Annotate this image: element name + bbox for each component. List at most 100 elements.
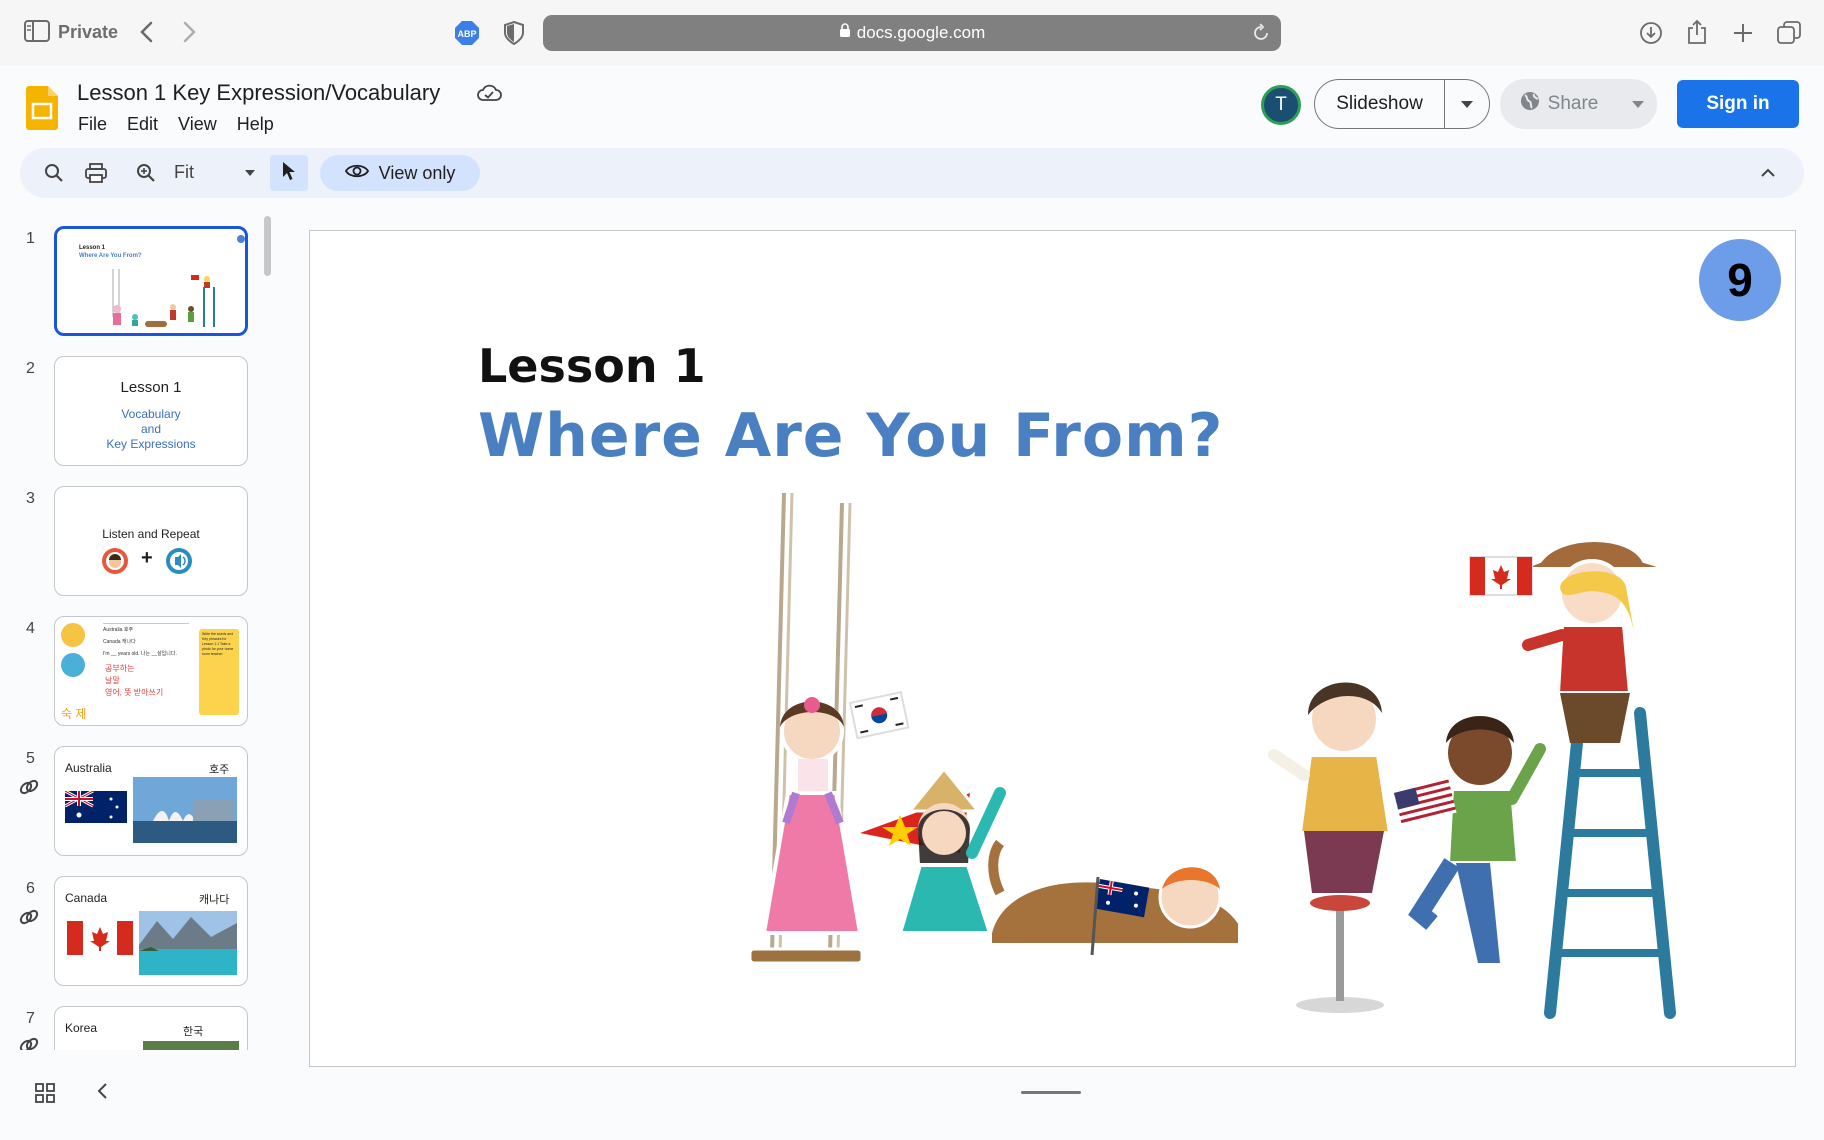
sidebar-icon[interactable] xyxy=(24,20,50,42)
korea-photo xyxy=(143,1041,239,1050)
slideshow-button-group: Slideshow xyxy=(1314,79,1490,129)
thumb-korean: 캐나다 xyxy=(199,894,230,906)
back-arrow-icon[interactable] xyxy=(134,18,158,46)
thumb-red-line: 공부하는 xyxy=(105,664,135,673)
slide-thumbnail-1[interactable]: Lesson 1 Where Are You From? xyxy=(54,226,248,336)
zoom-icon[interactable] xyxy=(134,161,158,185)
svg-text:ABP: ABP xyxy=(457,29,476,39)
plus-sign: + xyxy=(141,547,153,569)
url-text: docs.google.com xyxy=(856,23,986,42)
search-icon[interactable] xyxy=(42,161,66,185)
view-only-label: View only xyxy=(378,162,456,183)
page-badge-mini xyxy=(237,235,245,243)
thumb-korean: 호주 xyxy=(209,764,230,776)
slide-canvas[interactable]: 9 Lesson 1 Where Are You From? xyxy=(309,230,1796,1067)
slide-heading: Lesson 1 xyxy=(478,339,706,393)
menu-file[interactable]: File xyxy=(78,114,107,135)
tabs-icon[interactable] xyxy=(1776,20,1802,46)
thumb-note: Write the words and Key phrases for Less… xyxy=(199,629,239,715)
thumb-country: Korea xyxy=(65,1021,98,1035)
plus-icon[interactable] xyxy=(1730,20,1756,46)
slide-thumbnail-7[interactable]: Korea 한국 xyxy=(54,1006,248,1050)
canada-flag-icon xyxy=(67,921,133,955)
slides-logo-icon[interactable] xyxy=(26,86,58,130)
slideshow-dropdown-button[interactable] xyxy=(1445,80,1489,128)
speaker-icon xyxy=(166,548,192,574)
thumb-title: Listen and Repeat xyxy=(102,527,200,541)
menu-help[interactable]: Help xyxy=(237,114,274,135)
thumb-line: Key Expressions xyxy=(106,437,196,451)
slide-thumbnail-4[interactable]: Australia 호주 Canada 캐나다 I'm __ years old… xyxy=(54,616,248,726)
thumb-row: Australia 호주 xyxy=(103,627,134,633)
caret-down-icon xyxy=(1631,95,1644,113)
share-button[interactable]: Share xyxy=(1500,79,1618,129)
avatar[interactable]: T xyxy=(1261,85,1301,125)
share-dropdown-button[interactable] xyxy=(1618,79,1657,129)
print-icon[interactable] xyxy=(84,161,108,185)
link-icon xyxy=(18,1034,40,1050)
slide-thumbnail-6[interactable]: Canada 캐나다 xyxy=(54,876,248,986)
slide-thumbnail-3[interactable]: Listen and Repeat + xyxy=(54,486,248,596)
cursor-icon xyxy=(281,161,297,186)
editor-toolbar: Fit View only xyxy=(20,148,1804,198)
slide-number: 2 xyxy=(26,360,35,377)
view-only-button[interactable]: View only xyxy=(320,155,480,191)
sydney-photo xyxy=(133,777,237,843)
filmstrip-scrollbar[interactable] xyxy=(264,216,271,276)
thumb-red-lines: 공부하는 날말 영어, 뜻 받아쓰기 xyxy=(105,663,163,699)
eye-icon xyxy=(344,163,369,184)
thumb-lines: Vocabulary and Key Expressions xyxy=(55,407,247,452)
slideshow-button[interactable]: Slideshow xyxy=(1315,80,1445,128)
listen-icon xyxy=(102,548,128,574)
share-icon[interactable] xyxy=(1684,18,1710,46)
globe-icon xyxy=(1520,91,1540,117)
lock-icon xyxy=(839,23,851,43)
share-label: Share xyxy=(1547,93,1599,114)
share-button-group: Share xyxy=(1500,79,1657,129)
thumb-line: Vocabulary xyxy=(121,407,181,421)
reload-icon[interactable] xyxy=(1251,23,1271,43)
grid-icon[interactable] xyxy=(34,1082,58,1106)
thumb-title: Lesson 1 xyxy=(79,245,106,251)
slide-number: 4 xyxy=(26,620,35,637)
speaker-notes-resize-handle[interactable] xyxy=(1021,1091,1081,1094)
chevron-left-icon[interactable] xyxy=(96,1082,116,1106)
menu-edit[interactable]: Edit xyxy=(127,114,158,135)
thumb-red-line: 날말 xyxy=(105,676,120,685)
shield-icon[interactable] xyxy=(502,20,526,46)
thumb-country: Australia xyxy=(65,761,112,775)
adblock-extension-icon[interactable]: ABP xyxy=(454,20,480,46)
slide-filmstrip: 1 Lesson 1 Where Are You From? 2 Lesson … xyxy=(0,214,266,1050)
download-icon[interactable] xyxy=(1638,20,1664,46)
slide-thumbnail-5[interactable]: Australia 호주 xyxy=(54,746,248,856)
book-icon xyxy=(61,623,85,647)
eye-icon xyxy=(61,653,85,677)
thumb-line: and xyxy=(140,422,162,436)
slide-number: 5 xyxy=(26,750,35,767)
thumb-title: Lesson 1 xyxy=(120,379,182,396)
thumb-red-line: 영어, 뜻 받아쓰기 xyxy=(105,688,164,697)
slide-number: 3 xyxy=(26,490,35,507)
address-bar[interactable]: docs.google.com xyxy=(543,15,1281,51)
thumb-subtitle: Where Are You From? xyxy=(79,253,142,259)
thumb-row: I'm __ years old. 나는 __살입니다. xyxy=(103,651,177,657)
caret-down-icon[interactable] xyxy=(238,161,262,185)
forward-arrow-icon[interactable] xyxy=(178,18,202,46)
caret-down-icon xyxy=(1461,95,1473,113)
link-icon xyxy=(18,906,40,928)
menu-view[interactable]: View xyxy=(178,114,217,135)
zoom-select[interactable]: Fit xyxy=(174,162,194,183)
slide-thumbnail-2[interactable]: Lesson 1 Vocabulary and Key Expressions xyxy=(54,356,248,466)
australia-flag-icon xyxy=(65,791,127,823)
lake-photo xyxy=(139,911,237,975)
chevron-up-icon[interactable] xyxy=(1756,161,1780,185)
document-title[interactable]: Lesson 1 Key Expression/Vocabulary xyxy=(77,80,440,106)
thumb-rows: Australia 호주 Canada 캐나다 I'm __ years old… xyxy=(103,623,189,660)
select-tool-button[interactable] xyxy=(270,155,308,191)
private-mode-label: Private xyxy=(58,22,119,42)
thumb-korean: 한국 xyxy=(183,1026,204,1038)
thumb-country: Canada xyxy=(65,891,108,905)
slide-number: 6 xyxy=(26,880,35,897)
cloud-icon[interactable] xyxy=(476,82,502,104)
sign-in-button[interactable]: Sign in xyxy=(1677,80,1799,128)
